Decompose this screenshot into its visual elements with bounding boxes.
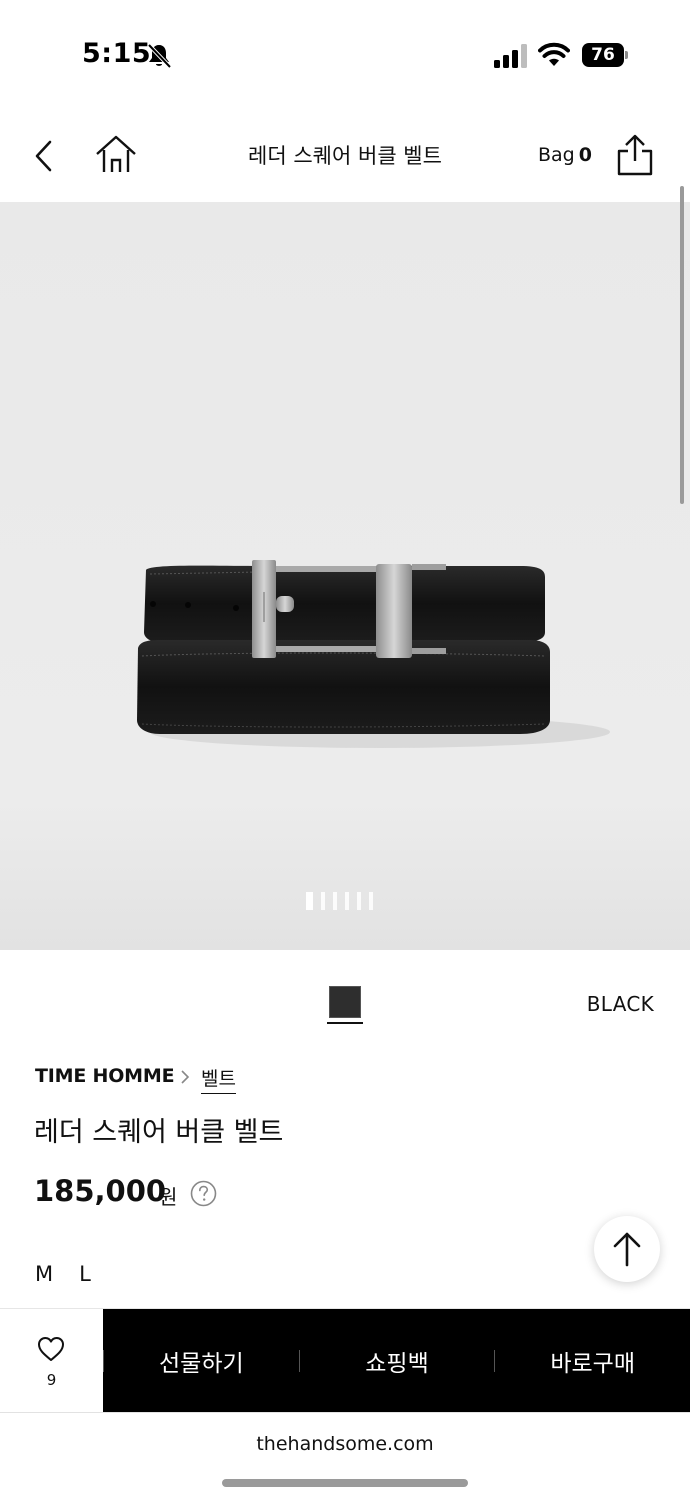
scrollbar[interactable] xyxy=(680,186,684,504)
product-name: 레더 스퀘어 버클 벨트 xyxy=(34,1117,284,1148)
product-price: 185,000 xyxy=(34,1174,167,1208)
bag-label: Bag xyxy=(538,144,575,166)
browser-url-bar[interactable]: thehandsome.com xyxy=(0,1412,690,1500)
carousel-dots xyxy=(306,892,373,910)
battery-level: 76 xyxy=(591,45,615,65)
battery-indicator: 76 xyxy=(582,43,628,67)
shopping-bag-button[interactable]: 쇼핑백 xyxy=(300,1344,495,1378)
arrow-up-icon xyxy=(613,1232,641,1267)
home-icon[interactable] xyxy=(94,134,138,176)
price-currency: 원 xyxy=(159,1185,178,1209)
bag-count: 0 xyxy=(578,144,592,166)
carousel-dot[interactable] xyxy=(333,892,337,910)
carousel-dot[interactable] xyxy=(369,892,373,910)
scroll-to-top-button[interactable] xyxy=(594,1216,660,1282)
size-options: M L xyxy=(35,1262,91,1286)
wifi-icon xyxy=(538,42,570,66)
belt-product-image xyxy=(137,560,610,748)
wishlist-button[interactable]: 9 xyxy=(0,1309,103,1413)
carousel-dot[interactable] xyxy=(345,892,349,910)
brand-link[interactable]: TIME HOMME xyxy=(35,1065,175,1087)
selected-color-name: BLACK xyxy=(586,992,654,1016)
product-image-carousel[interactable] xyxy=(0,202,690,950)
buy-now-button[interactable]: 바로구매 xyxy=(495,1344,690,1378)
purchase-actions: 선물하기 쇼핑백 바로구매 xyxy=(103,1309,690,1413)
help-circle-icon[interactable] xyxy=(190,1180,217,1207)
size-option[interactable]: M xyxy=(35,1262,53,1286)
url-text[interactable]: thehandsome.com xyxy=(0,1433,690,1455)
carousel-dot[interactable] xyxy=(321,892,325,910)
bottom-action-bar: 9 선물하기 쇼핑백 바로구매 xyxy=(0,1308,690,1413)
back-chevron-icon[interactable] xyxy=(30,136,58,176)
size-option[interactable]: L xyxy=(79,1262,91,1286)
heart-icon xyxy=(38,1337,64,1361)
gift-button[interactable]: 선물하기 xyxy=(104,1344,299,1378)
swatch-selected-underline xyxy=(327,1022,363,1024)
carousel-dot[interactable] xyxy=(306,892,313,910)
signal-icon xyxy=(494,44,527,68)
bell-muted-icon xyxy=(147,43,172,69)
wish-count: 9 xyxy=(46,1371,57,1389)
category-link[interactable]: 벨트 xyxy=(201,1064,236,1094)
home-indicator[interactable] xyxy=(222,1479,468,1487)
bag-button[interactable]: Bag 0 xyxy=(538,144,592,166)
breadcrumb-chevron-icon xyxy=(181,1070,190,1084)
status-bar: 5:15 76 xyxy=(0,0,690,110)
status-time: 5:15 xyxy=(82,38,152,69)
color-swatch-black[interactable] xyxy=(329,986,361,1018)
carousel-dot[interactable] xyxy=(357,892,361,910)
share-icon[interactable] xyxy=(616,134,654,176)
page-title: 레더 스퀘어 버클 벨트 xyxy=(248,144,442,168)
page-header: 레더 스퀘어 버클 벨트 Bag 0 xyxy=(0,110,690,202)
